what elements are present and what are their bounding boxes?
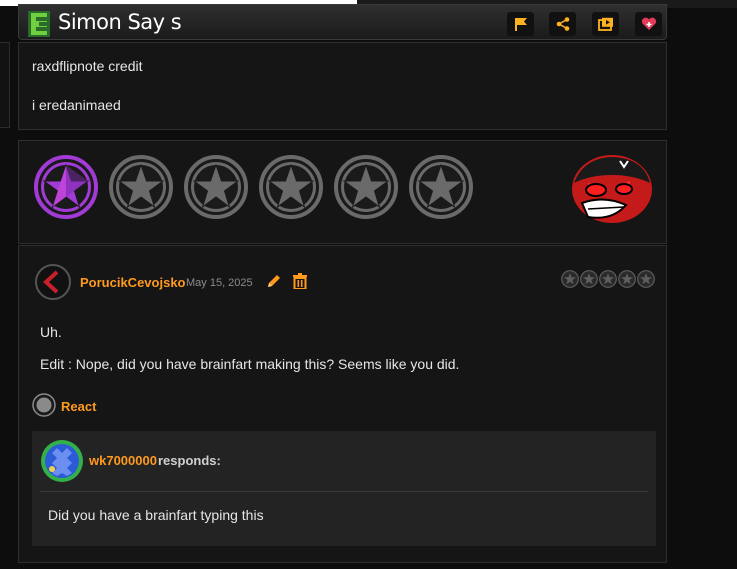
description-line: i eredanimaed [32,97,121,113]
review-star-icon [580,270,598,288]
flag-icon [514,18,527,31]
rating-panel [18,140,667,244]
rating-star-empty[interactable] [184,155,248,219]
review-score [561,270,655,288]
react-circle-icon[interactable] [32,393,56,417]
playlist-button[interactable] [592,12,619,36]
avatar[interactable] [35,264,71,300]
responder-link[interactable]: wk7000000 [89,453,157,468]
angry-face-icon [572,155,652,223]
divider [40,491,648,492]
review-author-link[interactable]: PorucikCevojsko [80,275,186,290]
response-text: Did you have a brainfart typing this [48,507,264,523]
page-title: Simon Say s [58,10,182,34]
review-body-line: Edit : Nope, did you have brainfart maki… [40,356,460,372]
playlist-icon [597,17,613,31]
rating-star-filled[interactable] [34,155,98,219]
reviewer-avatar-icon [43,270,59,294]
description-line: raxdflipnote credit [32,58,143,74]
review-star-icon [561,270,579,288]
rating-star-empty[interactable] [259,155,323,219]
author-response: wk7000000 responds: Did you have a brain… [32,431,656,546]
response-label: responds: [158,453,221,468]
responder-avatar-icon[interactable] [40,439,84,483]
react-button[interactable]: React [61,399,96,414]
favorite-button[interactable] [635,12,662,36]
title-bar: Simon Say s [18,4,667,40]
review-star-icon [599,270,617,288]
review-date: May 15, 2025 [186,277,253,289]
heart-icon [641,17,656,30]
review-panel: PorucikCevojsko May 15, 2025 Uh. Edit : … [18,245,667,563]
flag-button[interactable] [507,12,534,36]
review-body-line: Uh. [40,324,62,340]
trash-icon[interactable] [293,273,307,289]
rating-star-empty[interactable] [109,155,173,219]
side-panel-edge [0,42,10,128]
rating-star-empty[interactable] [409,155,473,219]
share-icon [556,17,569,31]
share-button[interactable] [549,12,576,36]
ng-logo-icon [28,11,50,37]
review-star-icon [637,270,655,288]
description-panel: raxdflipnote credit i eredanimaed [18,42,667,130]
pencil-icon[interactable] [266,273,282,289]
rating-star-empty[interactable] [334,155,398,219]
review-star-icon [618,270,636,288]
rating-stars[interactable] [34,155,473,219]
